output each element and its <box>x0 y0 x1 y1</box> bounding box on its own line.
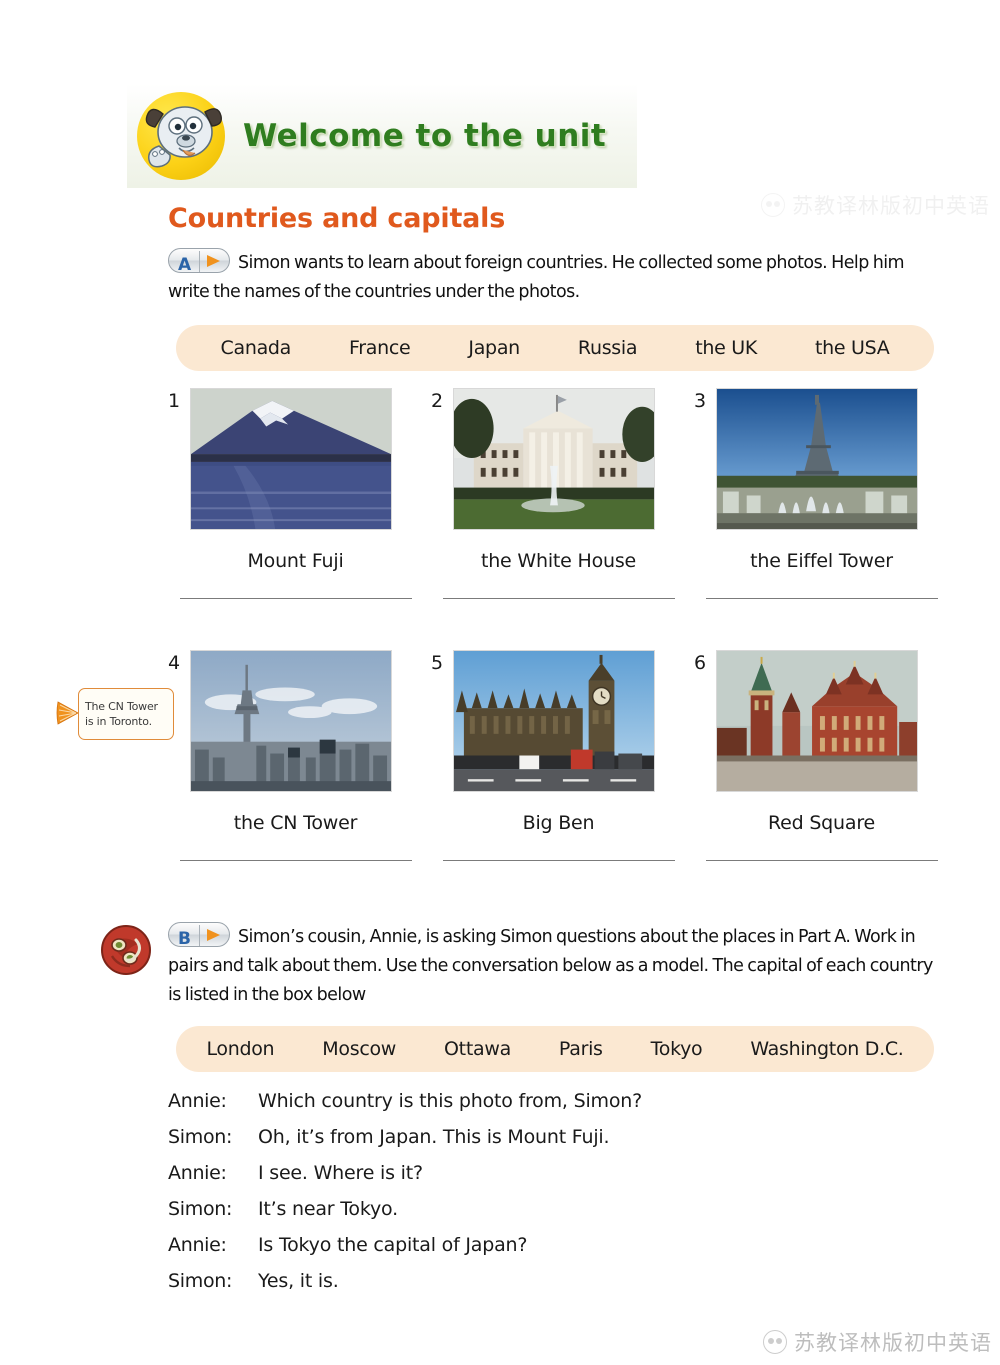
photo-caption: Red Square <box>767 812 876 834</box>
task-badge-a[interactable]: A <box>168 248 230 275</box>
part-b-ornament-icon <box>98 922 154 978</box>
task-badge-b[interactable]: B <box>168 922 230 949</box>
play-arrow-icon[interactable] <box>207 929 220 941</box>
word-bank-item[interactable]: Washington D.C. <box>726 1038 927 1060</box>
page-title: Welcome to the unit <box>243 118 607 154</box>
tip-line-2: is in Toronto. <box>85 715 152 728</box>
dialogue-line: It’s near Tokyo. <box>258 1198 398 1220</box>
photo-item: 6 Red Square <box>694 650 957 861</box>
textbook-page: Welcome to the unit Countries and capita… <box>0 0 1000 1365</box>
word-bank-capitals: London Moscow Ottawa Paris Tokyo Washing… <box>176 1026 934 1072</box>
instruction-part-a: A Simon wants to learn about foreign cou… <box>168 248 928 307</box>
watermark-text: 苏教译林版初中英语 <box>794 1331 992 1355</box>
mount-fuji-photo <box>190 388 392 530</box>
play-arrow-icon[interactable] <box>207 255 220 267</box>
answer-blank-line[interactable] <box>180 598 412 599</box>
dialogue-line: Which country is this photo from, Simon? <box>258 1090 642 1112</box>
photo-item: 4 the CN Tower <box>168 650 431 861</box>
photo-item: 2 the White House <box>431 388 694 599</box>
photo-grid-row-1: 1 Mount Fuji 2 the White House 3 the Eif… <box>168 388 958 599</box>
dialogue-speaker: Simon: <box>168 1270 233 1292</box>
photo-number: 6 <box>694 652 707 674</box>
white-house-photo <box>453 388 655 530</box>
section-heading: Countries and capitals <box>168 203 506 234</box>
model-conversation: Annie: Which country is this photo from,… <box>168 1090 868 1306</box>
word-bank-item[interactable]: Russia <box>549 337 666 359</box>
tip-callout: The CN Tower is in Toronto. <box>56 688 174 740</box>
big-ben-photo <box>453 650 655 792</box>
dialogue-line: Oh, it’s from Japan. This is Mount Fuji. <box>258 1126 610 1148</box>
photo-number: 2 <box>431 390 444 412</box>
word-bank-item[interactable]: France <box>320 337 439 359</box>
answer-blank-line[interactable] <box>443 860 675 861</box>
photo-caption: the Eiffel Tower <box>750 550 893 572</box>
word-bank-item[interactable]: Japan <box>439 337 549 359</box>
word-bank-item[interactable]: London <box>182 1038 298 1060</box>
dialogue-row: Simon: Yes, it is. <box>168 1270 868 1292</box>
red-square-photo <box>716 650 918 792</box>
task-badge-b-letter: B <box>178 929 191 949</box>
instruction-b-line-1: Simon’s cousin, Annie, is asking Simon q… <box>238 927 851 947</box>
dialogue-speaker: Simon: <box>168 1126 233 1148</box>
dialogue-row: Annie: Which country is this photo from,… <box>168 1090 868 1112</box>
instruction-a-line-1: Simon wants to learn about foreign count… <box>238 253 828 273</box>
photo-item: 1 Mount Fuji <box>168 388 431 599</box>
word-bank-item[interactable]: Paris <box>535 1038 627 1060</box>
answer-blank-line[interactable] <box>443 598 675 599</box>
dialogue-speaker: Annie: <box>168 1162 227 1184</box>
dialogue-line: I see. Where is it? <box>258 1162 423 1184</box>
word-bank-item[interactable]: the UK <box>666 337 786 359</box>
photo-grid-row-2: 4 the CN Tower 5 Big Ben 6 Red Square <box>168 650 958 861</box>
dialogue-row: Simon: It’s near Tokyo. <box>168 1198 868 1220</box>
unit-header-banner: Welcome to the unit <box>127 84 637 188</box>
photo-caption: Big Ben <box>522 812 595 834</box>
dialogue-line: Yes, it is. <box>258 1270 339 1292</box>
word-bank-item[interactable]: Tokyo <box>627 1038 727 1060</box>
task-badge-divider <box>199 925 200 946</box>
wechat-logo-icon <box>763 1330 787 1354</box>
tip-line-1: The CN Tower <box>85 700 158 713</box>
word-bank-item[interactable]: the USA <box>786 337 918 359</box>
instruction-part-b: B Simon’s cousin, Annie, is asking Simon… <box>168 922 948 1010</box>
answer-blank-line[interactable] <box>180 860 412 861</box>
photo-caption: the White House <box>480 550 637 572</box>
wechat-logo-icon <box>761 193 785 217</box>
dialogue-line: Is Tokyo the capital of Japan? <box>258 1234 528 1256</box>
watermark-top: 苏教译林版初中英语 <box>761 190 990 220</box>
photo-caption: the CN Tower <box>233 812 358 834</box>
photo-item: 3 the Eiffel Tower <box>694 388 957 599</box>
photo-number: 3 <box>694 390 707 412</box>
dialogue-speaker: Annie: <box>168 1090 227 1112</box>
dialogue-speaker: Annie: <box>168 1234 227 1256</box>
photo-item: 5 Big Ben <box>431 650 694 861</box>
watermark-text: 苏教译林版初中英语 <box>792 194 990 218</box>
cartoon-dog-icon <box>133 88 229 184</box>
word-bank-item[interactable]: Moscow <box>298 1038 420 1060</box>
cn-tower-photo <box>190 650 392 792</box>
tip-bubble: The CN Tower is in Toronto. <box>78 688 174 740</box>
answer-blank-line[interactable] <box>706 860 938 861</box>
watermark-bottom: 苏教译林版初中英语 <box>763 1327 992 1357</box>
photo-number: 1 <box>168 390 181 412</box>
dialogue-speaker: Simon: <box>168 1198 233 1220</box>
word-bank-countries: Canada France Japan Russia the UK the US… <box>176 325 934 371</box>
dialogue-row: Annie: Is Tokyo the capital of Japan? <box>168 1234 868 1256</box>
dialogue-row: Annie: I see. Where is it? <box>168 1162 868 1184</box>
word-bank-item[interactable]: Ottawa <box>420 1038 535 1060</box>
photo-number: 5 <box>431 652 444 674</box>
eiffel-tower-photo <box>716 388 918 530</box>
task-badge-a-letter: A <box>178 255 191 275</box>
task-badge-divider <box>199 251 200 272</box>
photo-number: 4 <box>168 652 181 674</box>
answer-blank-line[interactable] <box>706 598 938 599</box>
word-bank-item[interactable]: Canada <box>192 337 321 359</box>
photo-caption: Mount Fuji <box>247 550 344 572</box>
dialogue-row: Simon: Oh, it’s from Japan. This is Moun… <box>168 1126 868 1148</box>
